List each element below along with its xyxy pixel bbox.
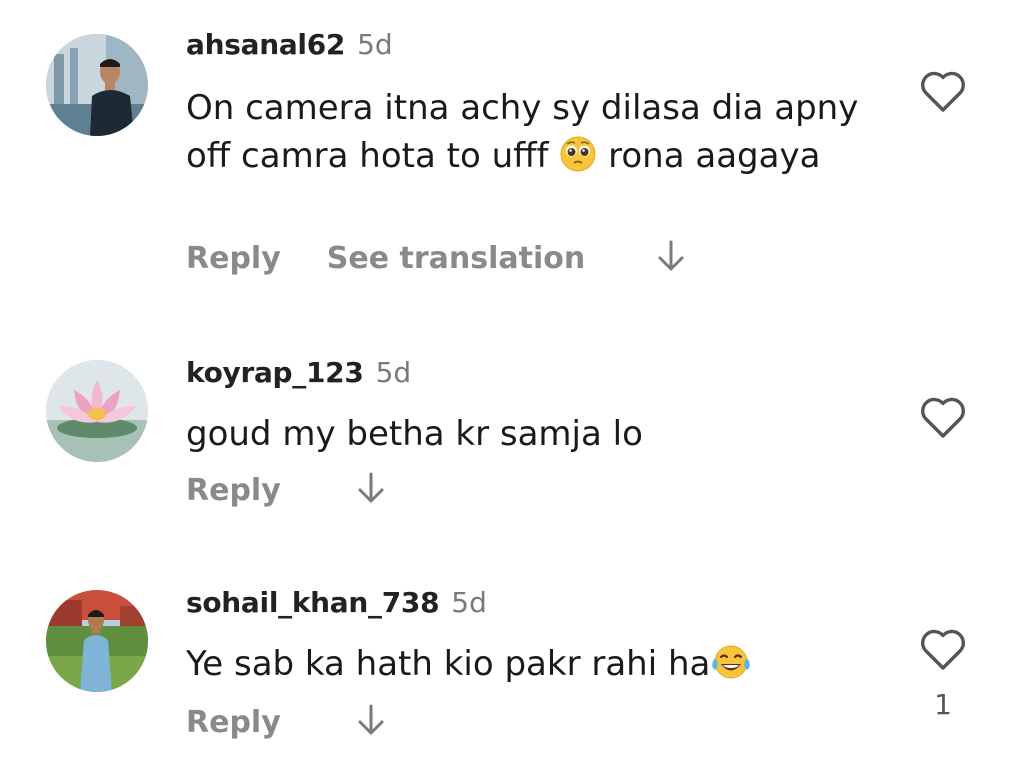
comment-item: sohail_khan_738 5d Ye sab ka hath kio pa…: [0, 580, 1024, 781]
timestamp: 5d: [375, 356, 412, 389]
comment-meta: sohail_khan_738 5d: [186, 586, 487, 626]
comment-actions: Reply See translation: [186, 238, 685, 278]
reply-button[interactable]: Reply: [186, 473, 281, 508]
comment-item: koyrap_123 5d goud my betha kr samja lo …: [0, 330, 1024, 580]
tears-of-joy-emoji-icon: [710, 643, 752, 694]
avatar[interactable]: [46, 590, 148, 692]
heart-outline-icon[interactable]: [918, 68, 968, 114]
comment-text: goud my betha kr samja lo: [186, 410, 876, 458]
username[interactable]: ahsanal62: [186, 28, 345, 61]
arrow-down-icon[interactable]: [357, 703, 385, 742]
heart-outline-icon[interactable]: [918, 394, 968, 440]
pleading-face-emoji-icon: [559, 135, 597, 186]
timestamp: 5d: [357, 28, 393, 61]
avatar-photo-man-icon: [46, 34, 148, 136]
comment-text-part: goud my betha kr samja lo: [186, 414, 643, 454]
comment-item: ahsanal62 5d On camera itna achy sy dila…: [0, 0, 1024, 330]
like-count: 1: [934, 688, 952, 721]
comment-actions: Reply: [186, 470, 385, 510]
reply-button[interactable]: Reply: [186, 241, 281, 276]
comment-text-part: rona aagaya: [608, 136, 821, 176]
comment-text: Ye sab ka hath kio pakr rahi ha: [186, 640, 876, 694]
see-translation-button[interactable]: See translation: [327, 241, 585, 276]
avatar-lotus-flower-icon: [46, 360, 148, 462]
reply-button[interactable]: Reply: [186, 705, 281, 740]
comment-meta: koyrap_123 5d: [186, 356, 411, 396]
comment-meta: ahsanal62 5d: [186, 28, 393, 68]
comment-text-part: Ye sab ka hath kio pakr rahi ha: [186, 644, 711, 684]
heart-outline-icon[interactable]: [918, 626, 968, 672]
comment-text: On camera itna achy sy dilasa dia apny o…: [186, 84, 876, 186]
avatar-photo-man-outdoor-icon: [46, 590, 148, 692]
arrow-down-icon[interactable]: [357, 471, 385, 510]
timestamp: 5d: [451, 586, 487, 619]
username[interactable]: sohail_khan_738: [186, 586, 440, 619]
comment-actions: Reply: [186, 702, 385, 742]
avatar[interactable]: [46, 34, 148, 136]
username[interactable]: koyrap_123: [186, 356, 364, 389]
avatar[interactable]: [46, 360, 148, 462]
arrow-down-icon[interactable]: [657, 239, 685, 278]
